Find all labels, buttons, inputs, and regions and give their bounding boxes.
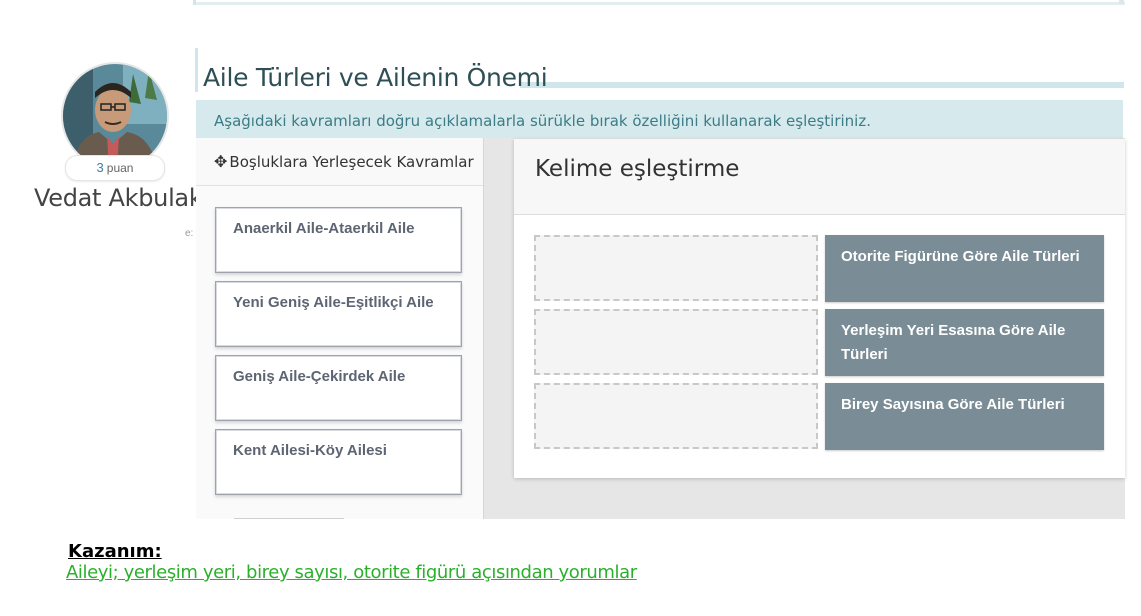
outcome-link[interactable]: Aileyi; yerleşim yeri, birey sayısı, oto…: [66, 562, 637, 583]
user-name: Vedat Akbulak: [34, 184, 203, 212]
instruction-bar: Aşağıdaki kavramları doğru açıklamalarla…: [196, 100, 1123, 138]
outcome-label: Kazanım:: [68, 541, 162, 562]
points-value: 3: [96, 160, 104, 175]
target-card-birey-sayisi: Birey Sayısına Göre Aile Türleri: [825, 383, 1104, 450]
concept-card-yeni-genis-esitlikci[interactable]: Yeni Geniş Aile-Eşitlikçi Aile: [215, 281, 462, 347]
matching-header: Kelime eşleştirme: [514, 139, 1125, 215]
avatar-photo: [63, 64, 167, 168]
heading-accent: [195, 48, 198, 92]
heading-underline: [520, 82, 1124, 88]
top-rule-end: [1119, 0, 1124, 4]
drop-zone-2[interactable]: [534, 309, 818, 375]
concept-card-partial: [234, 518, 344, 519]
activity-title: Aile Türleri ve Ailenin Önemi: [203, 63, 548, 92]
concept-card-genis-cekirdek[interactable]: Geniş Aile-Çekirdek Aile: [215, 355, 462, 421]
truncated-text: e:: [185, 228, 194, 239]
points-unit: puan: [106, 161, 134, 175]
concepts-header-label: Boşluklara Yerleşecek Kavramlar: [229, 153, 474, 171]
drop-zone-3[interactable]: [534, 383, 818, 449]
concepts-panel: ✥ Boşluklara Yerleşecek Kavramlar Anaerki…: [196, 138, 484, 519]
avatar: [61, 62, 169, 170]
move-icon: ✥: [214, 152, 228, 171]
top-divider: [196, 2, 1125, 5]
concept-card-anaerkil-ataerkil[interactable]: Anaerkil Aile-Ataerkil Aile: [215, 207, 462, 273]
target-card-otorite: Otorite Figürüne Göre Aile Türleri: [825, 235, 1104, 302]
drop-zone-1[interactable]: [534, 235, 818, 301]
target-card-yerlesim: Yerleşim Yeri Esasına Göre Aile Türleri: [825, 309, 1104, 376]
concepts-header: ✥ Boşluklara Yerleşecek Kavramlar: [196, 138, 483, 186]
matching-panel: Kelime eşleştirme Otorite Figürüne Göre …: [514, 139, 1125, 478]
concept-card-kent-koy[interactable]: Kent Ailesi-Köy Ailesi: [215, 429, 462, 495]
points-badge: 3 puan: [65, 155, 165, 181]
